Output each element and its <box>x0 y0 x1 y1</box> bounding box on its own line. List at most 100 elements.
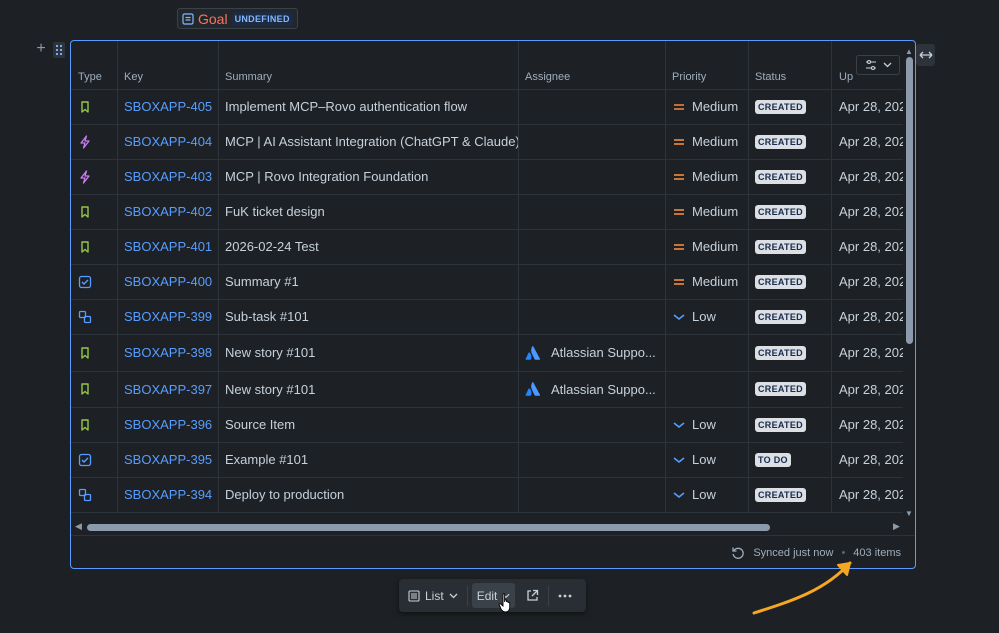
key-cell: SBOXAPP-402 <box>118 194 219 229</box>
column-header-summary[interactable]: Summary <box>219 41 519 89</box>
story-icon <box>78 240 92 254</box>
status-badge[interactable]: CREATED <box>755 169 806 184</box>
document-icon <box>182 12 194 25</box>
table-row[interactable]: SBOXAPP-398 New story #101 Atlassian Suppo… <box>71 334 903 372</box>
issues-table: Type Key Summary Assignee Priority Statu… <box>70 40 916 569</box>
table-row[interactable]: SBOXAPP-404 MCP | AI Assistant Integratio… <box>71 124 903 160</box>
table-row[interactable]: SBOXAPP-405 Implement MCP–Rovo authentica… <box>71 89 903 125</box>
open-external-button[interactable] <box>521 583 544 608</box>
priority-label: Medium <box>692 134 739 149</box>
summary-cell: FuK ticket design <box>219 194 519 229</box>
issue-summary[interactable]: MCP | Rovo Integration Foundation <box>225 169 428 184</box>
priority-low-icon <box>672 488 686 502</box>
issue-summary[interactable]: Example #101 <box>225 452 308 467</box>
scroll-right-icon[interactable]: ▶ <box>893 521 900 532</box>
expand-width-button[interactable] <box>916 44 935 66</box>
table-row[interactable]: SBOXAPP-402 FuK ticket design Medium CREATE… <box>71 194 903 230</box>
key-cell: SBOXAPP-405 <box>118 89 219 124</box>
horizontal-scrollbar[interactable]: ◀ ▶ <box>71 520 903 534</box>
issue-summary[interactable]: Source Item <box>225 417 295 432</box>
status-badge[interactable]: CREATED <box>755 239 806 254</box>
issue-summary[interactable]: Summary #1 <box>225 274 299 289</box>
status-badge[interactable]: CREATED <box>755 274 806 289</box>
horizontal-scroll-thumb[interactable] <box>87 524 770 531</box>
atlassian-avatar-icon <box>525 345 541 361</box>
column-header-assignee[interactable]: Assignee <box>519 41 666 89</box>
priority-label: Medium <box>692 204 739 219</box>
status-badge[interactable]: CREATED <box>755 204 806 219</box>
issue-summary[interactable]: 2026-02-24 Test <box>225 239 319 254</box>
issue-summary[interactable]: New story #101 <box>225 382 315 397</box>
status-badge[interactable]: CREATED <box>755 417 806 432</box>
table-row[interactable]: SBOXAPP-400 Summary #1 Medium CREATED Apr 28… <box>71 264 903 300</box>
issue-key-link[interactable]: SBOXAPP-404 <box>124 134 212 149</box>
priority-medium-icon <box>672 100 686 114</box>
issue-key-link[interactable]: SBOXAPP-399 <box>124 309 212 324</box>
issue-key-link[interactable]: SBOXAPP-395 <box>124 452 212 467</box>
updated-cell: Apr 28, 202 <box>832 442 903 477</box>
vertical-scrollbar[interactable]: ▲ ▼ <box>903 47 915 519</box>
issue-key-link[interactable]: SBOXAPP-396 <box>124 417 212 432</box>
drag-handle-icon[interactable] <box>53 42 65 58</box>
status-badge[interactable]: CREATED <box>755 309 806 324</box>
priority-label: Low <box>692 452 716 467</box>
goal-status-badge: UNDEFINED <box>231 11 293 26</box>
priority-low-icon <box>672 453 686 467</box>
key-cell: SBOXAPP-404 <box>118 124 219 159</box>
column-header-type[interactable]: Type <box>71 41 118 89</box>
table-row[interactable]: SBOXAPP-397 New story #101 Atlassian Suppo… <box>71 371 903 408</box>
status-badge[interactable]: CREATED <box>755 134 806 149</box>
column-header-priority[interactable]: Priority <box>666 41 749 89</box>
status-badge[interactable]: TO DO <box>755 452 791 467</box>
scroll-down-icon[interactable]: ▼ <box>905 509 913 518</box>
issue-summary[interactable]: Implement MCP–Rovo authentication flow <box>225 99 467 114</box>
type-cell <box>71 194 118 229</box>
status-cell: CREATED <box>749 229 832 264</box>
scroll-up-icon[interactable]: ▲ <box>905 47 913 56</box>
issue-key-link[interactable]: SBOXAPP-397 <box>124 382 212 397</box>
priority-medium-icon <box>672 135 686 149</box>
more-actions-button[interactable] <box>553 583 577 608</box>
table-row[interactable]: SBOXAPP-401 2026-02-24 Test Medium CREATED A… <box>71 229 903 265</box>
updated-cell: Apr 28, 202 <box>832 407 903 442</box>
issue-key-link[interactable]: SBOXAPP-402 <box>124 204 212 219</box>
edit-label: Edit <box>476 588 498 603</box>
status-badge[interactable]: CREATED <box>755 99 806 114</box>
issue-summary[interactable]: MCP | AI Assistant Integration (ChatGPT … <box>225 134 518 149</box>
type-cell <box>71 229 118 264</box>
table-row[interactable]: SBOXAPP-394 Deploy to production Low CREATE… <box>71 477 903 513</box>
issue-summary[interactable]: Deploy to production <box>225 487 344 502</box>
issue-key-link[interactable]: SBOXAPP-394 <box>124 487 212 502</box>
column-header-key[interactable]: Key <box>118 41 219 89</box>
summary-cell: Deploy to production <box>219 477 519 512</box>
goal-chip[interactable]: Goal UNDEFINED <box>177 8 298 29</box>
status-badge[interactable]: CREATED <box>755 345 806 360</box>
table-row[interactable]: SBOXAPP-395 Example #101 Low TO DO Apr 28, 2… <box>71 442 903 478</box>
view-mode-button[interactable]: List <box>403 583 463 608</box>
column-settings-button[interactable] <box>856 55 900 75</box>
refresh-icon[interactable] <box>731 546 745 560</box>
issue-key-link[interactable]: SBOXAPP-401 <box>124 239 212 254</box>
plus-icon[interactable]: + <box>34 41 48 57</box>
status-badge[interactable]: CREATED <box>755 487 806 502</box>
assignee-cell <box>519 159 666 194</box>
issue-key-link[interactable]: SBOXAPP-400 <box>124 274 212 289</box>
scroll-left-icon[interactable]: ◀ <box>75 521 82 532</box>
table-row[interactable]: SBOXAPP-396 Source Item Low CREATED Apr 28, … <box>71 407 903 443</box>
story-icon <box>78 346 92 360</box>
priority-label: Medium <box>692 239 739 254</box>
issue-key-link[interactable]: SBOXAPP-403 <box>124 169 212 184</box>
summary-cell: Sub-task #101 <box>219 299 519 334</box>
key-cell: SBOXAPP-395 <box>118 442 219 477</box>
issue-summary[interactable]: FuK ticket design <box>225 204 325 219</box>
issue-key-link[interactable]: SBOXAPP-398 <box>124 345 212 360</box>
assignee-cell <box>519 194 666 229</box>
table-row[interactable]: SBOXAPP-403 MCP | Rovo Integration Founda… <box>71 159 903 195</box>
issue-key-link[interactable]: SBOXAPP-405 <box>124 99 212 114</box>
issue-summary[interactable]: Sub-task #101 <box>225 309 309 324</box>
status-badge[interactable]: CREATED <box>755 382 806 396</box>
table-row[interactable]: SBOXAPP-399 Sub-task #101 Low CREATED Apr 28… <box>71 299 903 335</box>
column-header-status[interactable]: Status <box>749 41 832 89</box>
issue-summary[interactable]: New story #101 <box>225 345 315 360</box>
vertical-scroll-thumb[interactable] <box>906 57 913 344</box>
